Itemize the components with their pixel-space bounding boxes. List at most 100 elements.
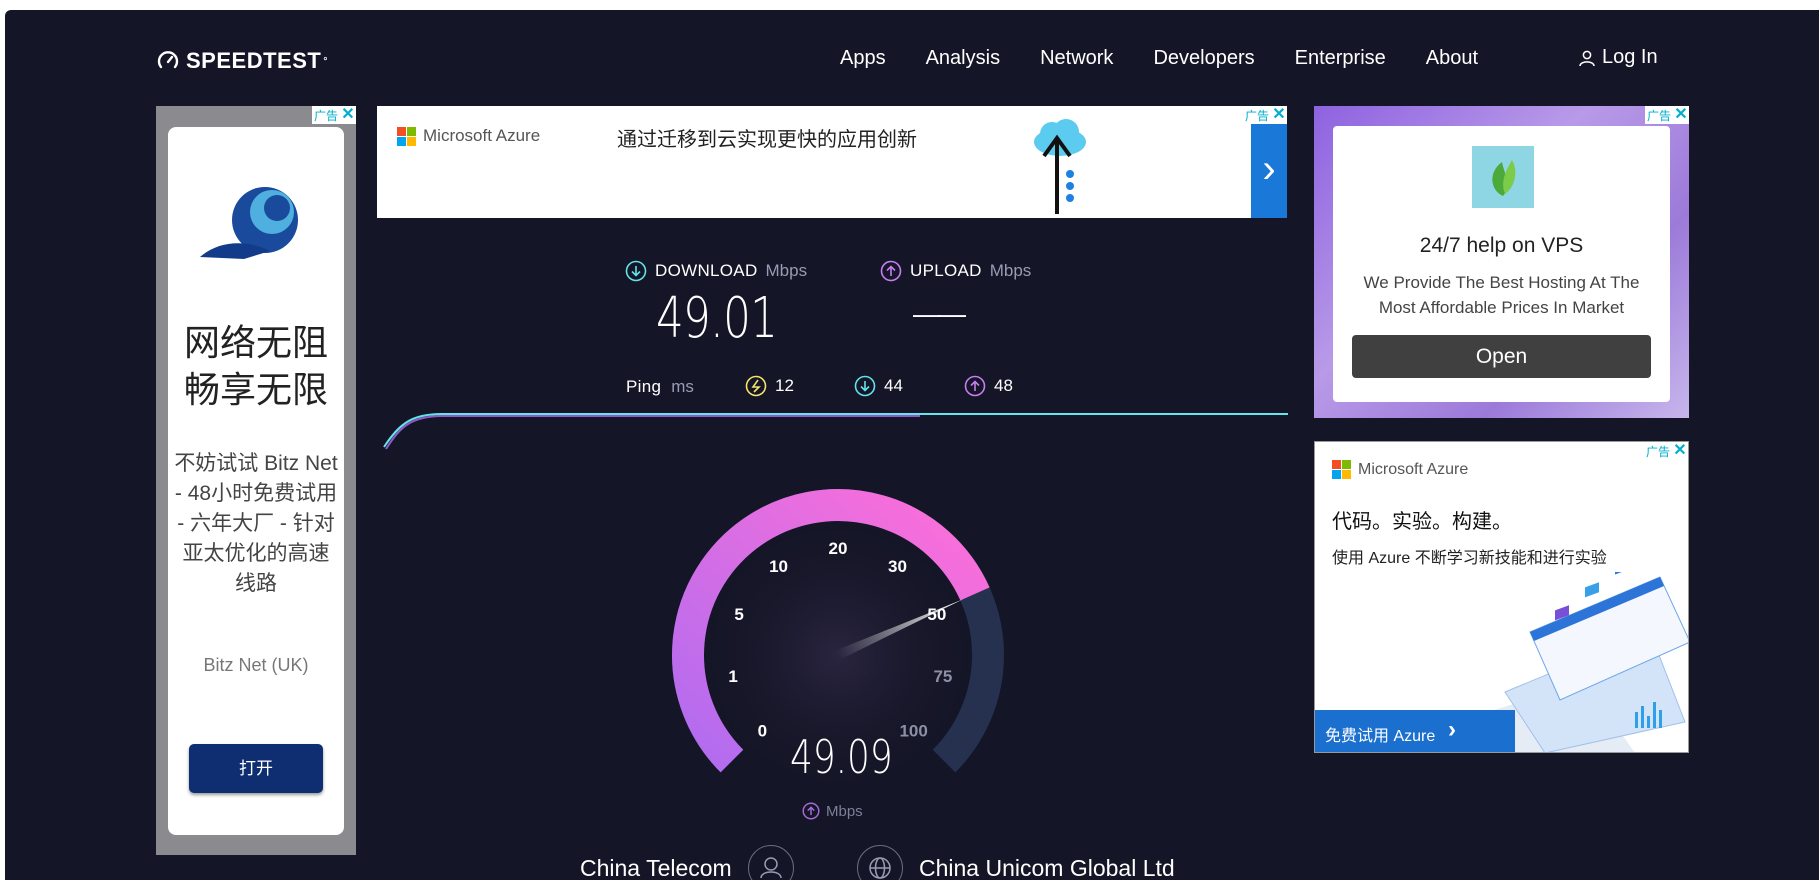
ping-download: 44 [854, 375, 903, 397]
microsoft-azure-logo: Microsoft Azure [397, 126, 540, 146]
ad-close-icon[interactable]: ✕ [340, 107, 356, 123]
gauge-tick-label: 20 [829, 539, 848, 558]
isp-name: China Telecom [580, 854, 732, 880]
ping-upload-value: 48 [994, 376, 1013, 395]
gauge-tick-label: 30 [888, 557, 907, 576]
download-value: 49.01 [656, 286, 778, 351]
gauge-unit: Mbps [826, 802, 863, 820]
ping-label: Ping [626, 377, 662, 396]
right-ad2-cta: 免费试用 Azure [1325, 728, 1436, 745]
microsoft-logo-icon [1332, 460, 1351, 479]
top-ad-next-button[interactable]: › [1251, 124, 1287, 218]
bitznet-logo-icon [200, 187, 298, 259]
ad-tag: 广告 ✕ [1242, 106, 1287, 124]
speedometer-icon [157, 51, 179, 69]
microsoft-azure-logo: Microsoft Azure [1332, 460, 1468, 479]
upload-label: UPLOAD [910, 261, 982, 280]
microsoft-logo-icon [397, 126, 416, 146]
right-vps-ad[interactable]: 广告 ✕ 24/7 help on VPS We Provide The Bes… [1314, 106, 1689, 418]
ad-label: 广告 [1646, 108, 1671, 123]
isp-info: China Telecom [580, 845, 794, 880]
ping-idle: 12 [745, 375, 794, 397]
right-ad2-brand: Microsoft Azure [1358, 460, 1469, 478]
right-azure-ad[interactable]: Microsoft Azure 代码。实验。构建。 使用 Azure 不断学习新… [1314, 441, 1689, 753]
ping-upload: 48 [964, 375, 1013, 397]
main-nav: Apps Analysis Network Developers Enterpr… [840, 47, 1478, 70]
nav-developers[interactable]: Developers [1153, 47, 1254, 70]
download-label: DOWNLOAD [655, 261, 758, 280]
right-ad2-headline: 代码。实验。构建。 [1332, 511, 1512, 533]
left-ad-headline: 网络无阻 畅享无限 [168, 319, 344, 413]
upload-unit: Mbps [989, 261, 1032, 280]
download-latency-icon [854, 375, 876, 397]
vps-ad-description: We Provide The Best Hosting At The Most … [1363, 273, 1640, 317]
download-unit: Mbps [765, 261, 808, 280]
ping-unit: ms [671, 377, 694, 396]
left-ad-headline-line1: 网络无阻 [183, 322, 328, 363]
upload-value: —— [913, 298, 966, 329]
ad-label: 广告 [313, 108, 338, 123]
right-ad2-subline: 使用 Azure 不断学习新技能和进行实验 [1332, 550, 1607, 567]
right-ad2-cta-bar[interactable]: 免费试用 Azure › [1315, 710, 1515, 752]
ad-label: 广告 [1244, 108, 1269, 123]
top-ad-text: 通过迁移到云实现更快的应用创新 [617, 129, 917, 151]
gauge-tick-label: 10 [769, 557, 788, 576]
gauge-value: 49.09 [790, 730, 893, 784]
ping-row: Ping ms [626, 377, 694, 397]
ad-close-icon[interactable]: ✕ [1672, 443, 1688, 459]
user-icon [759, 857, 782, 879]
speedtest-logo[interactable]: SPEEDTEST ° [156, 48, 328, 74]
gauge-tick-label: 75 [933, 667, 952, 686]
ad-tag: 广告 ✕ [1644, 106, 1689, 124]
nav-enterprise[interactable]: Enterprise [1295, 47, 1386, 70]
upload-latency-icon [964, 375, 986, 397]
left-ad-open-button[interactable]: 打开 [189, 744, 323, 793]
login-label: Log In [1602, 46, 1658, 68]
vps-ad-card: 24/7 help on VPS We Provide The Best Hos… [1333, 126, 1670, 402]
left-ad-card: 网络无阻 畅享无限 不妨试试 Bitz Net - 48小时免费试用 - 六年大… [168, 127, 344, 835]
gauge-unit-row: Mbps [802, 802, 863, 820]
nav-apps[interactable]: Apps [840, 47, 886, 70]
upload-header: UPLOAD Mbps [880, 260, 1031, 282]
left-ad-brand: Bitz Net (UK) [203, 655, 309, 675]
download-arrow-icon [625, 260, 647, 282]
cloud-upload-icon [1034, 119, 1086, 214]
user-circle-icon [747, 845, 794, 880]
ad-label: 广告 [1645, 444, 1670, 459]
trademark-mark: ° [323, 55, 328, 67]
top-azure-ad[interactable]: Microsoft Azure 通过迁移到云实现更快的应用创新 › 广告 ✕ [377, 106, 1287, 218]
idle-latency-icon [745, 375, 767, 397]
left-ad[interactable]: 广告 ✕ 网络无阻 畅享无限 不妨试试 Bitz Net - 48小时免费试用 … [156, 106, 356, 855]
ad-close-icon[interactable]: ✕ [1271, 107, 1287, 123]
gauge-tick-label: 0 [758, 722, 767, 741]
vps-ad-title: 24/7 help on VPS [1419, 234, 1584, 257]
nav-about[interactable]: About [1426, 47, 1478, 70]
nav-network[interactable]: Network [1040, 47, 1113, 70]
top-ad-brand: Microsoft Azure [423, 126, 541, 145]
globe-circle-icon [857, 845, 903, 880]
download-header: DOWNLOAD Mbps [625, 260, 807, 282]
leaf-logo-icon [1472, 146, 1534, 208]
upload-arrow-icon [802, 802, 820, 820]
server-name: China Unicom Global Ltd [919, 854, 1175, 880]
ad-tag: 广告 ✕ [1643, 442, 1688, 460]
gauge-tick-label: 5 [734, 605, 743, 624]
server-info[interactable]: China Unicom Global Ltd [857, 845, 1175, 880]
speed-history-graph [383, 413, 1288, 450]
vps-ad-open-button[interactable]: Open [1352, 335, 1651, 378]
ping-download-value: 44 [884, 376, 903, 395]
ping-idle-value: 12 [775, 376, 794, 395]
upload-arrow-icon [880, 260, 902, 282]
globe-icon [869, 857, 891, 879]
logo-text: SPEEDTEST [186, 48, 322, 73]
chevron-right-icon: › [1448, 716, 1456, 743]
left-ad-body: 不妨试试 Bitz Net - 48小时免费试用 - 六年大厂 - 针对亚太优化… [174, 452, 338, 595]
left-ad-headline-line2: 畅享无限 [183, 369, 328, 410]
login-link[interactable]: Log In [1578, 46, 1658, 69]
speedtest-app: SPEEDTEST ° Apps Analysis Network Develop… [5, 10, 1819, 880]
ad-close-icon[interactable]: ✕ [1673, 107, 1689, 123]
gauge-tick-label: 1 [728, 667, 737, 686]
user-icon [1579, 50, 1595, 66]
ad-tag: 广告 ✕ [311, 106, 356, 124]
nav-analysis[interactable]: Analysis [926, 47, 1000, 70]
